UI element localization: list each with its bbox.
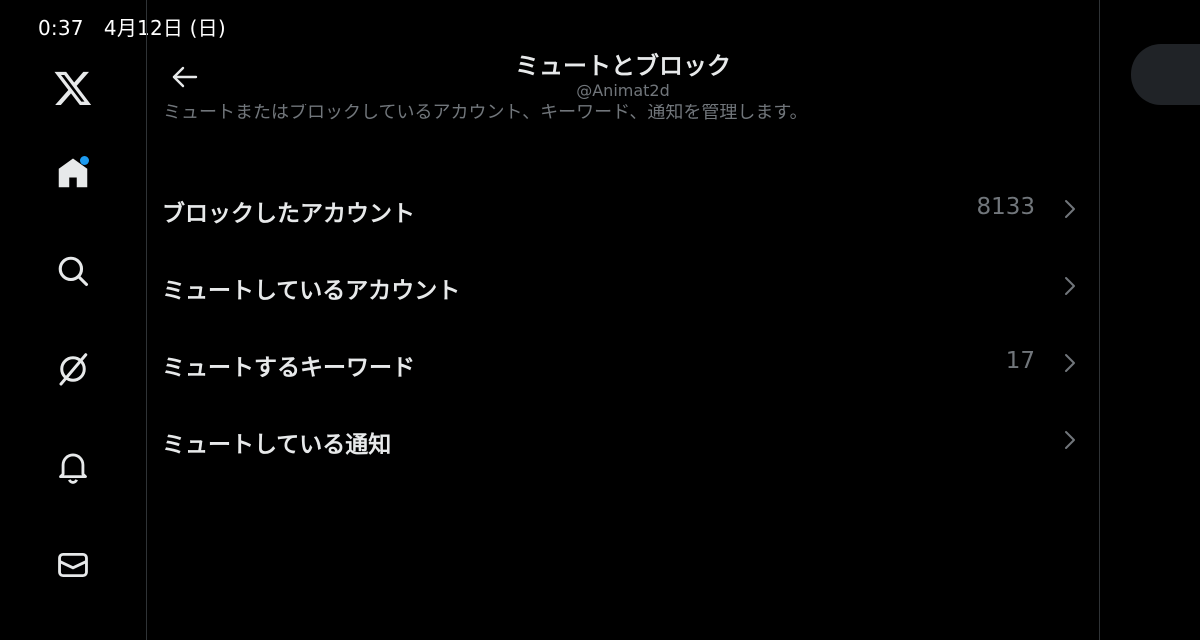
page-title: ミュートとブロック [515, 52, 731, 80]
chevron-right-icon [1065, 354, 1075, 372]
left-nav-rail [0, 0, 147, 640]
menu-item-label: ミュートしているアカウント [162, 278, 461, 304]
menu-item-label: ミュートしている通知 [162, 432, 392, 458]
menu-item-muted-notifications[interactable]: ミュートしている通知 [147, 403, 1099, 479]
page-description: ミュートまたはブロックしているアカウント、キーワード、通知を管理します。 [163, 104, 808, 123]
menu-item-label: ブロックしたアカウント [162, 201, 415, 227]
menu-item-blocked-accounts[interactable]: ブロックしたアカウント 8133 [147, 172, 1099, 248]
menu-item-label: ミュートするキーワード [162, 355, 415, 381]
menu-item-muted-keywords[interactable]: ミュートするキーワード 17 [147, 326, 1099, 402]
chevron-right-icon [1065, 277, 1075, 295]
chevron-right-icon [1065, 200, 1075, 218]
right-search-pill[interactable] [1131, 44, 1200, 105]
blocked-count: 8133 [976, 194, 1035, 220]
menu-item-muted-accounts[interactable]: ミュートしているアカウント [147, 249, 1099, 325]
description-clip: ミュートまたはブロックしているアカウント、キーワード、通知を管理します。 [163, 104, 1063, 124]
home-icon[interactable] [48, 148, 98, 198]
mail-icon[interactable] [48, 540, 98, 590]
x-logo-icon[interactable] [48, 63, 98, 113]
bell-icon[interactable] [48, 442, 98, 492]
grok-icon[interactable] [48, 344, 98, 394]
main-panel: ミュートとブロック @Animat2d ミュートまたはブロックしているアカウント… [147, 0, 1100, 640]
muted-keywords-count: 17 [1005, 348, 1035, 374]
chevron-right-icon [1065, 431, 1075, 449]
page-header: ミュートとブロック @Animat2d ミュートまたはブロックしているアカウント… [147, 0, 1099, 123]
search-icon[interactable] [48, 246, 98, 296]
account-handle: @Animat2d [576, 81, 670, 100]
notification-dot [80, 156, 89, 165]
